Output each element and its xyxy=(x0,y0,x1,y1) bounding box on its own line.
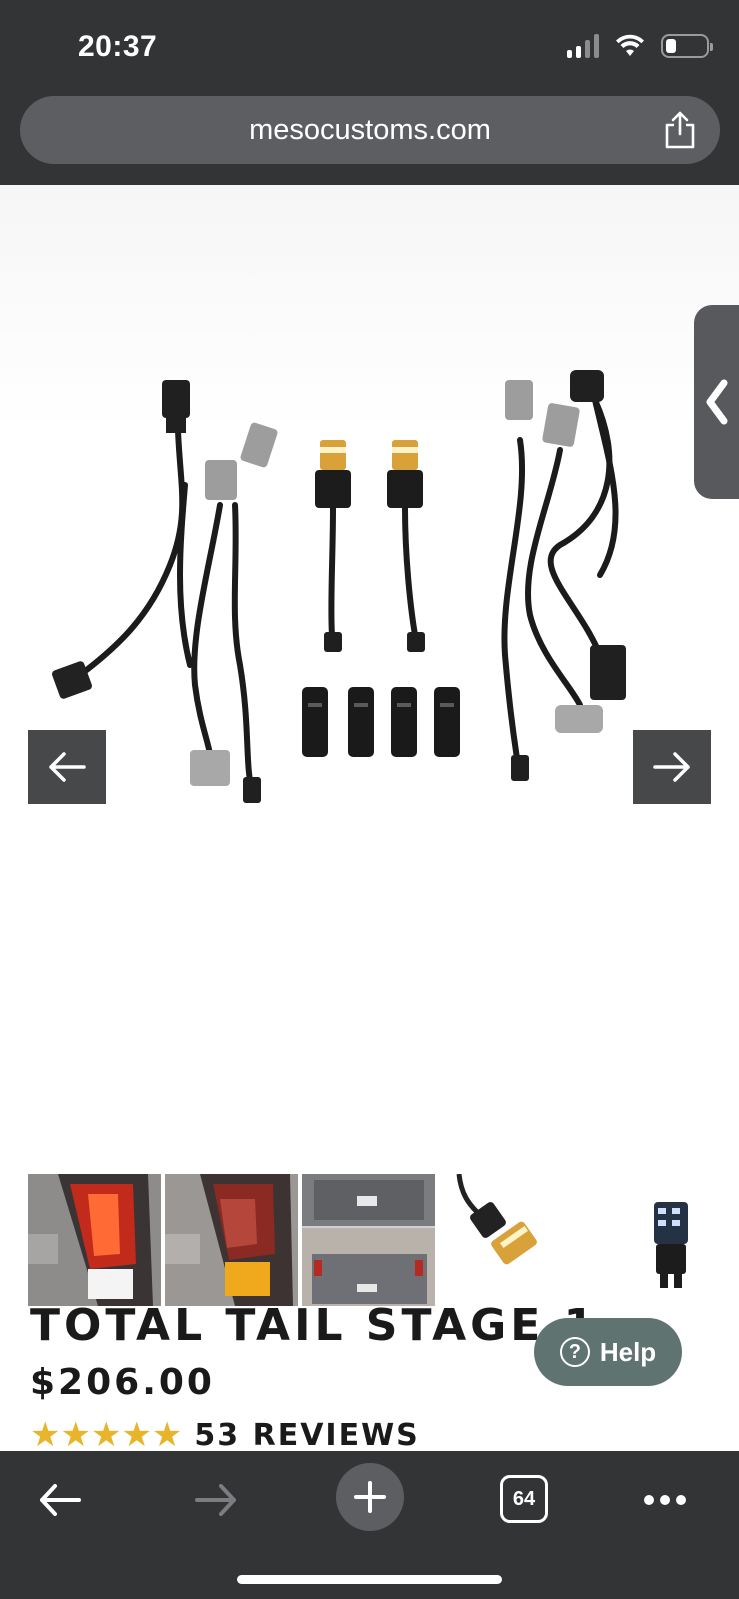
forward-button[interactable] xyxy=(188,1475,244,1525)
star-rating: ★★★★★ xyxy=(30,1416,183,1454)
led-bulb-thumbnail[interactable] xyxy=(576,1174,709,1306)
status-time: 20:37 xyxy=(78,30,158,63)
wiring-harness-kit-image xyxy=(52,370,626,803)
chevron-left-icon xyxy=(706,379,728,425)
tab-count-button[interactable]: 64 xyxy=(500,1475,548,1523)
side-tab-handle[interactable] xyxy=(694,305,739,499)
arrow-right-icon xyxy=(195,1484,236,1516)
tail-light-red-thumbnail[interactable] xyxy=(28,1174,161,1306)
rating-row[interactable]: ★★★★★ 53 REVIEWS xyxy=(30,1416,420,1454)
url-text: mesocustoms.com xyxy=(249,114,491,146)
thumbnail-strip xyxy=(28,1174,718,1306)
question-icon: ? xyxy=(559,1337,590,1367)
home-indicator[interactable] xyxy=(237,1575,502,1584)
cellular-signal-icon xyxy=(567,34,599,58)
address-bar[interactable]: mesocustoms.com xyxy=(20,96,720,164)
ellipsis-icon xyxy=(644,1495,686,1505)
battery-icon xyxy=(661,34,713,58)
help-button[interactable]: ? Help xyxy=(534,1318,682,1394)
help-label: Help xyxy=(599,1336,657,1367)
back-button[interactable] xyxy=(32,1475,88,1525)
arrow-left-icon xyxy=(49,752,86,782)
wifi-icon xyxy=(616,34,644,56)
product-price: $206.00 xyxy=(30,1362,215,1403)
status-icons xyxy=(567,34,713,58)
led-bulb-wire-thumbnail[interactable] xyxy=(439,1174,572,1306)
browser-top-chrome: 20:37 mesocustoms.com xyxy=(0,0,739,185)
tail-light-amber-thumbnail[interactable] xyxy=(165,1174,298,1306)
more-button[interactable] xyxy=(640,1475,690,1525)
plus-icon xyxy=(354,1481,386,1513)
arrow-left-icon xyxy=(40,1484,81,1516)
gallery-next-button[interactable] xyxy=(633,730,711,804)
gallery-prev-button[interactable] xyxy=(28,730,106,804)
product-image-gallery[interactable] xyxy=(0,185,739,1165)
arrow-right-icon xyxy=(653,752,690,782)
share-icon[interactable] xyxy=(662,110,698,150)
new-tab-button[interactable] xyxy=(336,1463,404,1531)
truck-rear-thumbnail[interactable] xyxy=(302,1174,435,1306)
product-title: TOTAL TAIL STAGE 1 xyxy=(30,1300,599,1351)
reviews-count[interactable]: 53 REVIEWS xyxy=(194,1418,419,1453)
